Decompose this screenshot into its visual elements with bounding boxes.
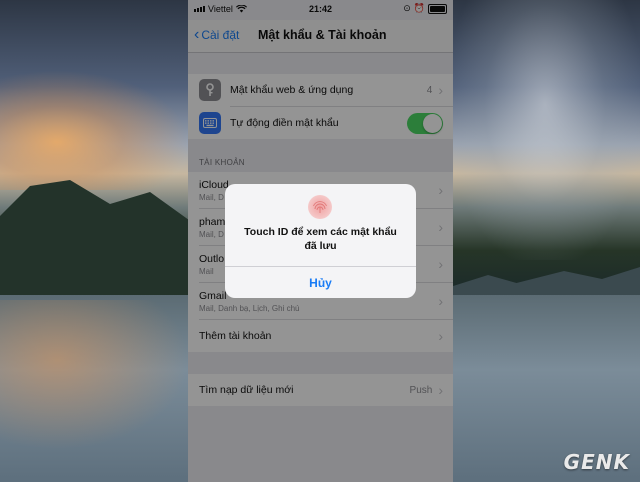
- cancel-button[interactable]: Hủy: [225, 268, 416, 298]
- fingerprint-icon: [308, 195, 332, 219]
- water-reflection: [0, 300, 190, 450]
- clouds: [450, 0, 640, 260]
- touch-id-alert: Touch ID để xem các mật khẩu đã lưu Hủy: [225, 184, 416, 298]
- sunset-glow: [0, 70, 190, 190]
- phone-screen: Viettel 21:42 ⊙ ⏰ ‹ Cài đặt Mật khẩu & T…: [188, 0, 453, 482]
- alert-message: Touch ID để xem các mật khẩu đã lưu: [244, 226, 397, 252]
- genk-watermark: GENK: [563, 450, 630, 474]
- divider: [225, 266, 416, 267]
